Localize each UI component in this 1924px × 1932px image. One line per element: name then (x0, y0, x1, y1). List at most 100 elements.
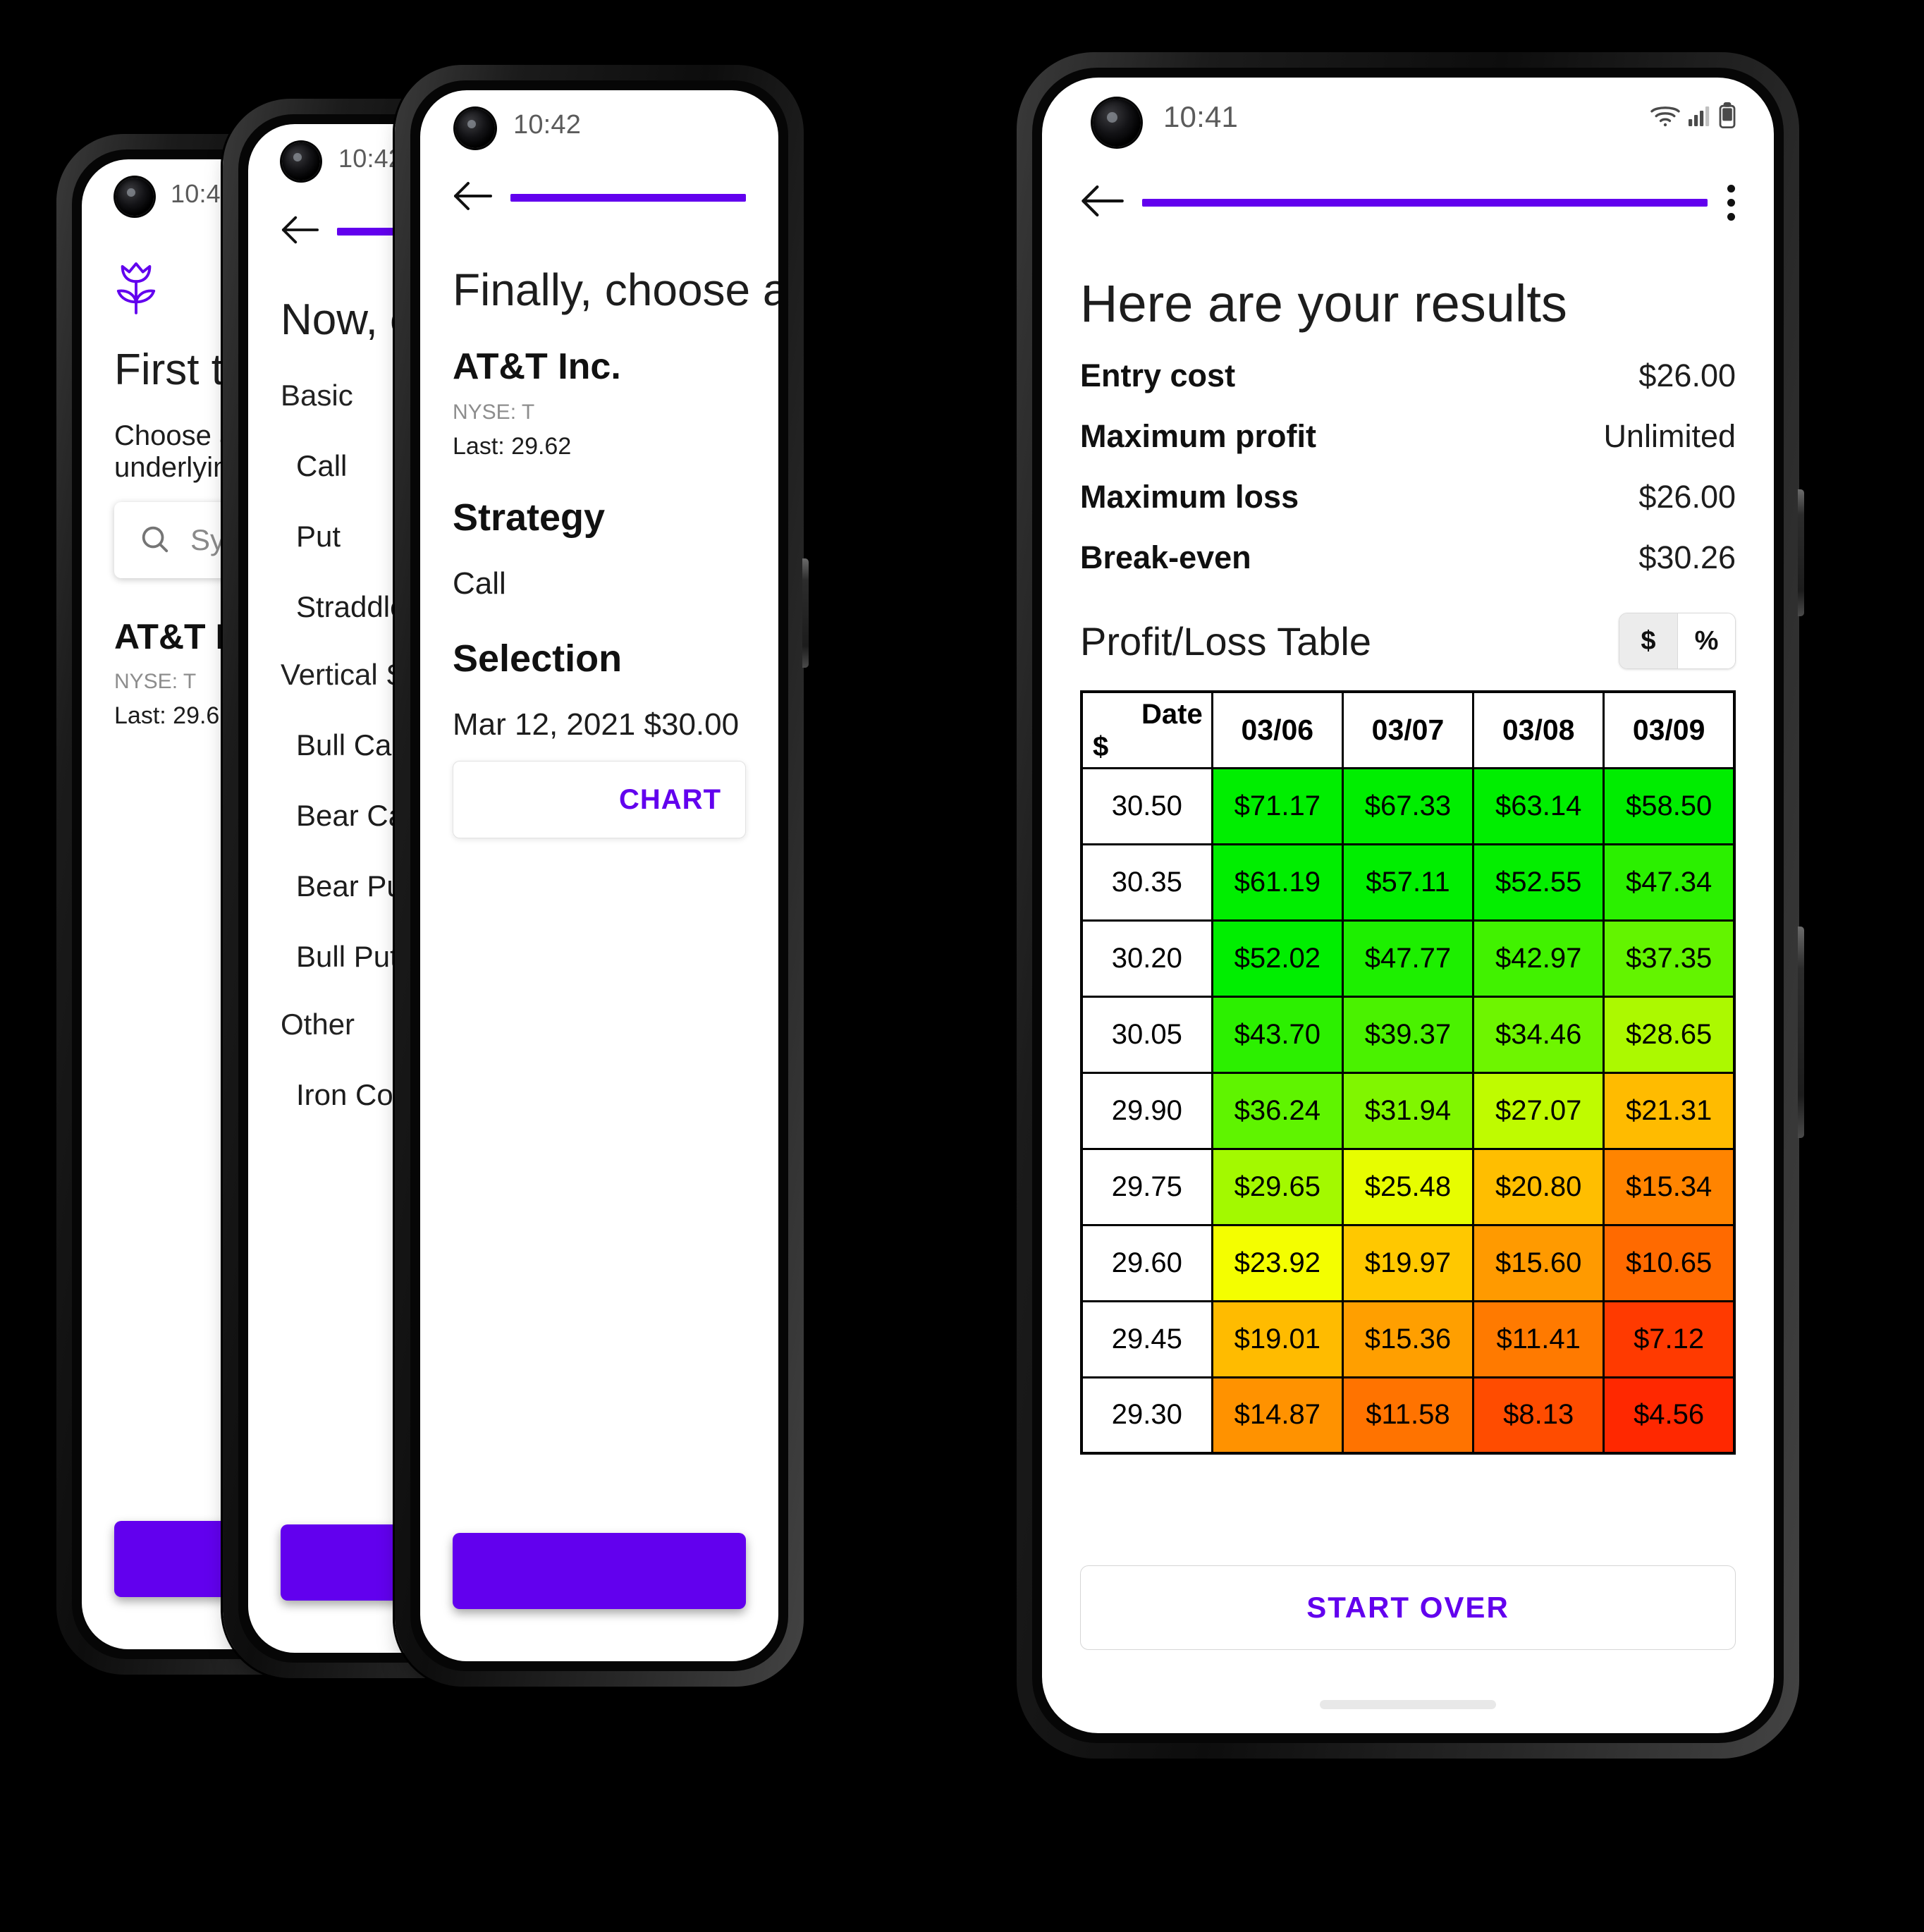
back-arrow-icon[interactable] (1080, 183, 1124, 222)
row-header: 30.05 (1080, 995, 1213, 1074)
signal-icon (1688, 104, 1712, 131)
phone-4-bezel: 10:41 Here are your results Entry cost $… (1032, 68, 1784, 1743)
wifi-icon (1650, 104, 1681, 131)
table-cell: $61.19 (1211, 843, 1344, 922)
table-cell: $11.41 (1472, 1300, 1605, 1378)
summary-value: $26.00 (1638, 479, 1736, 515)
table-cell: $36.24 (1211, 1071, 1344, 1150)
back-arrow-icon[interactable] (281, 214, 319, 249)
table-row: 29.60 $23.92 $19.97 $15.60 $10.65 (1080, 1223, 1736, 1302)
row-header: 29.90 (1080, 1071, 1213, 1150)
phone-3-screen: 10:42 Finally, choose a contract AT&T In… (420, 90, 778, 1661)
corner-col-label: Date (1141, 699, 1203, 730)
table-cell: $15.60 (1472, 1223, 1605, 1302)
table-header: Date $ 03/06 03/07 03/08 03/09 (1080, 690, 1736, 769)
summary-value: Unlimited (1603, 418, 1736, 454)
table-cell: $11.58 (1341, 1376, 1475, 1455)
phone-4-screen: 10:41 Here are your results Entry cost $… (1042, 78, 1774, 1733)
phone-3-bezel: 10:42 Finally, choose a contract AT&T In… (410, 80, 788, 1671)
phone-device-3: 10:42 Finally, choose a contract AT&T In… (395, 65, 809, 1687)
home-indicator (1320, 1700, 1496, 1709)
summary-row-break-even: Break-even $30.26 (1080, 539, 1736, 576)
chart-card[interactable]: CHART (453, 761, 746, 838)
status-icons (1650, 102, 1736, 133)
underlying-exchange-3: NYSE: T (453, 401, 535, 424)
table-cell: $20.80 (1472, 1147, 1605, 1226)
progress-fill-3 (510, 193, 746, 202)
toggle-percent[interactable]: % (1677, 613, 1735, 668)
column-header: 03/07 (1341, 690, 1475, 769)
page-title-3: Finally, choose a contract (453, 264, 778, 315)
column-header: 03/06 (1211, 690, 1344, 769)
table-cell: $21.31 (1603, 1071, 1736, 1150)
strategy-value: Call (453, 566, 506, 601)
table-row: 30.50 $71.17 $67.33 $63.14 $58.50 (1080, 766, 1736, 845)
selection-heading: Selection (453, 637, 623, 680)
status-time-3: 10:42 (513, 110, 582, 140)
table-row: 29.45 $19.01 $15.36 $11.41 $7.12 (1080, 1300, 1736, 1378)
table-cell: $42.97 (1472, 919, 1605, 998)
start-over-button[interactable]: START OVER (1080, 1565, 1736, 1650)
continue-button-3[interactable] (453, 1533, 746, 1609)
battery-icon (1719, 102, 1736, 133)
column-header: 03/08 (1472, 690, 1605, 769)
profit-loss-title: Profit/Loss Table (1080, 618, 1371, 664)
summary-value: $26.00 (1638, 357, 1736, 393)
unit-toggle[interactable]: $ % (1619, 613, 1736, 669)
table-row: 29.30 $14.87 $11.58 $8.13 $4.56 (1080, 1376, 1736, 1455)
summary-label: Maximum profit (1080, 418, 1317, 454)
front-camera-icon (1093, 99, 1141, 147)
row-header: 30.50 (1080, 766, 1213, 845)
status-time-2: 10:42 (338, 144, 403, 173)
profit-loss-header: Profit/Loss Table $ % (1080, 613, 1736, 669)
table-header-row: Date $ 03/06 03/07 03/08 03/09 (1080, 690, 1736, 769)
table-cell: $67.33 (1341, 766, 1475, 845)
summary-row-maximum-loss: Maximum loss $26.00 (1080, 479, 1736, 515)
table-cell: $43.70 (1211, 995, 1344, 1074)
table-cell: $19.01 (1211, 1300, 1344, 1378)
toggle-dollar[interactable]: $ (1619, 613, 1677, 668)
summary-value: $30.26 (1638, 539, 1736, 575)
status-bar-4: 10:41 (1042, 78, 1774, 157)
row-header: 30.35 (1080, 843, 1213, 922)
chart-link[interactable]: CHART (619, 784, 721, 816)
table-cell: $57.11 (1341, 843, 1475, 922)
table-cell: $39.37 (1341, 995, 1475, 1074)
table-cell: $34.46 (1472, 995, 1605, 1074)
table-cell: $47.34 (1603, 843, 1736, 922)
row-header: 30.20 (1080, 919, 1213, 998)
progress-fill-4 (1142, 198, 1708, 207)
table-row: 30.20 $52.02 $47.77 $42.97 $37.35 (1080, 919, 1736, 998)
status-time-4: 10:41 (1163, 100, 1239, 133)
row-header: 29.60 (1080, 1223, 1213, 1302)
power-button-3[interactable] (802, 558, 809, 668)
front-camera-icon (116, 178, 154, 216)
table-cell: $29.65 (1211, 1147, 1344, 1226)
table-cell: $28.65 (1603, 995, 1736, 1074)
summary-row-entry-cost: Entry cost $26.00 (1080, 357, 1736, 394)
table-cell: $14.87 (1211, 1376, 1344, 1455)
status-bar-3: 10:42 (420, 90, 778, 155)
table-cell: $15.36 (1341, 1300, 1475, 1378)
back-arrow-icon[interactable] (453, 180, 492, 216)
table-cell: $63.14 (1472, 766, 1605, 845)
phone-3-content: Finally, choose a contract AT&T Inc. NYS… (420, 264, 778, 838)
volume-button-4[interactable] (1798, 927, 1804, 1138)
table-cell: $58.50 (1603, 766, 1736, 845)
more-vertical-icon[interactable] (1726, 184, 1736, 221)
table-cell: $4.56 (1603, 1376, 1736, 1455)
summary-label: Break-even (1080, 539, 1251, 575)
phone-4-content: Here are your results Entry cost $26.00 … (1042, 274, 1774, 1455)
table-cell: $52.02 (1211, 919, 1344, 998)
table-row: 30.05 $43.70 $39.37 $34.46 $28.65 (1080, 995, 1736, 1074)
table-cell: $15.34 (1603, 1147, 1736, 1226)
selection-value: Mar 12, 2021 $30.00 (453, 707, 740, 742)
table-cell: $37.35 (1603, 919, 1736, 998)
corner-row-label: $ (1093, 730, 1109, 762)
power-button-4[interactable] (1798, 489, 1804, 616)
table-corner-cell: Date $ (1080, 690, 1213, 769)
table-cell: $8.13 (1472, 1376, 1605, 1455)
table-cell: $27.07 (1472, 1071, 1605, 1150)
front-camera-icon (455, 109, 495, 148)
page-title-4: Here are your results (1080, 274, 1567, 333)
